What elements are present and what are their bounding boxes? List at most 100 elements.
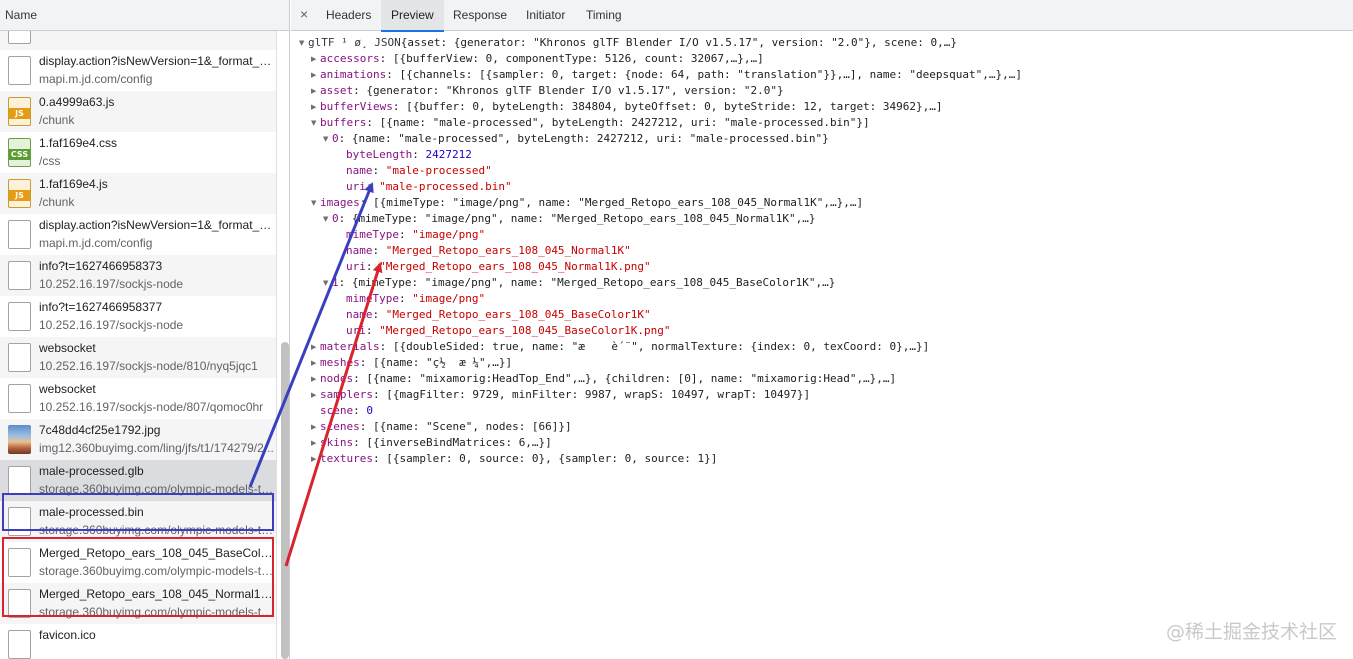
collapsed-triangle-icon[interactable]: ▶ [311, 67, 320, 83]
expanded-triangle-icon[interactable]: ▼ [311, 195, 320, 211]
file-type-badge: CSS [9, 149, 30, 160]
request-name: male-processed.bin [39, 505, 144, 519]
collapsed-triangle-icon[interactable]: ▶ [311, 435, 320, 451]
tree-leaf-uri[interactable]: uri: "Merged_Retopo_ears_108_045_Normal1… [346, 259, 651, 275]
tree-node-scenes[interactable]: ▶ scenes: [{name: "Scene", nodes: [66]}] [311, 419, 572, 435]
collapsed-triangle-icon[interactable]: ▶ [311, 387, 320, 403]
tree-node-bufferviews[interactable]: ▶ bufferViews: [{buffer: 0, byteLength: 3… [311, 99, 943, 115]
tree-leaf-mimetype[interactable]: mimeType: "image/png" [346, 291, 485, 307]
request-row[interactable]: Merged_Retopo_ears_108_045_BaseColor....… [0, 542, 276, 583]
request-name: 0.a4999a63.js [39, 95, 115, 109]
request-name: 1.faf169e4.js [39, 177, 108, 191]
tree-leaf-mimetype[interactable]: mimeType: "image/png" [346, 227, 485, 243]
close-icon[interactable]: × [300, 6, 308, 22]
tree-node-meshes[interactable]: ▶ meshes: [{name: "ç½ æ ¼",…}] [311, 355, 512, 371]
tab-initiator[interactable]: Initiator [517, 0, 574, 31]
request-row[interactable]: Merged_Retopo_ears_108_045_Normal1K.... s… [0, 583, 276, 624]
collapsed-triangle-icon[interactable]: ▶ [311, 371, 320, 387]
tab-response[interactable]: Response [444, 0, 516, 31]
tree-root[interactable]: ▼ glTF ¹ ø¸ JSON{asset: {generator: "Khro… [299, 35, 957, 51]
expanded-triangle-icon[interactable]: ▼ [323, 211, 332, 227]
name-column-header[interactable]: Name [0, 0, 289, 31]
request-row[interactable]: websocket 10.252.16.197/sockjs-node/807/q… [0, 378, 276, 419]
request-row[interactable]: info?t=1627466958373 10.252.16.197/sockjs… [0, 255, 276, 296]
request-row[interactable]: male-processed.glb storage.360buyimg.com/… [0, 460, 276, 501]
request-domain: mapi.m.jd.com/config [39, 72, 153, 86]
tree-leaf-uri[interactable]: uri: "Merged_Retopo_ears_108_045_BaseCol… [346, 323, 671, 339]
request-name: male-processed.glb [39, 464, 144, 478]
tree-node-samplers[interactable]: ▶ samplers: [{magFilter: 9729, minFilter:… [311, 387, 810, 403]
tree-node-materials[interactable]: ▶ materials: [{doubleSided: true, name: "… [311, 339, 929, 355]
request-domain: img12.360buyimg.com/ling/jfs/t1/174279/2… [39, 441, 274, 455]
request-row[interactable]: CSS 1.faf169e4.css/css [0, 132, 276, 173]
collapsed-triangle-icon[interactable]: ▶ [311, 339, 320, 355]
tab-preview[interactable]: Preview [381, 0, 444, 32]
request-name: 1.faf169e4.css [39, 136, 118, 150]
collapsed-triangle-icon[interactable]: ▶ [311, 419, 320, 435]
tree-node-nodes[interactable]: ▶ nodes: [{name: "mixamorig:HeadTop_End",… [311, 371, 896, 387]
watermark: @稀土掘金技术社区 [1165, 621, 1337, 643]
collapsed-triangle-icon[interactable]: ▶ [311, 51, 320, 67]
request-name: 7c48dd4cf25e1792.jpg [39, 423, 161, 437]
request-row[interactable]: display.action?isNewVersion=1&_format_=j… [0, 50, 276, 91]
document-icon [8, 220, 31, 249]
collapsed-triangle-icon[interactable]: ▶ [311, 83, 320, 99]
request-domain: 10.252.16.197/sockjs-node [39, 277, 184, 291]
scrollbar-thumb[interactable] [281, 342, 289, 659]
tab-timing[interactable]: Timing [577, 0, 631, 31]
request-domain: storage.360buyimg.com/olympic-models-te.… [39, 564, 275, 578]
column-divider[interactable] [276, 31, 277, 659]
request-name: websocket [39, 382, 96, 396]
tree-node-images-1[interactable]: ▼ 1: {mimeType: "image/png", name: "Merge… [323, 275, 835, 291]
tree-node-images[interactable]: ▼ images: [{mimeType: "image/png", name: … [311, 195, 863, 211]
collapsed-triangle-icon[interactable]: ▶ [311, 355, 320, 371]
js-file-icon: JS [8, 179, 31, 208]
expanded-triangle-icon[interactable]: ▼ [299, 35, 308, 51]
request-row[interactable]: 7c48dd4cf25e1792.jpg img12.360buyimg.com/… [0, 419, 276, 460]
json-preview-tree: ▼ glTF ¹ ø¸ JSON{asset: {generator: "Khro… [291, 31, 1353, 659]
expanded-triangle-icon[interactable]: ▼ [323, 131, 332, 147]
expanded-triangle-icon[interactable]: ▼ [323, 275, 332, 291]
request-row[interactable]: male-processed.bin storage.360buyimg.com/… [0, 501, 276, 542]
expanded-triangle-icon[interactable]: ▼ [311, 115, 320, 131]
details-pane: × Headers Preview Response Initiator Tim… [291, 0, 1353, 659]
request-name: info?t=1627466958377 [39, 300, 163, 314]
details-tabbar: × Headers Preview Response Initiator Tim… [291, 0, 1353, 32]
tree-leaf-scene[interactable]: scene: 0 [320, 403, 373, 419]
js-file-icon: JS [8, 97, 31, 126]
request-row[interactable]: JS 1.faf169e4.js/chunk [0, 173, 276, 214]
document-icon [8, 630, 31, 659]
request-row[interactable]: unpkg.com/vconsole@3.9.1/dist [0, 31, 276, 50]
tree-node-skins[interactable]: ▶ skins: [{inverseBindMatrices: 6,…}] [311, 435, 552, 451]
document-icon [8, 466, 31, 495]
request-row[interactable]: info?t=1627466958377 10.252.16.197/sockjs… [0, 296, 276, 337]
request-row[interactable]: display.action?isNewVersion=1&_format_=j… [0, 214, 276, 255]
tree-node-animations[interactable]: ▶ animations: [{channels: [{sampler: 0, t… [311, 67, 1022, 83]
tree-node-buffers-0[interactable]: ▼ 0: {name: "male-processed", byteLength:… [323, 131, 829, 147]
tree-leaf-uri[interactable]: uri: "male-processed.bin" [346, 179, 512, 195]
tree-leaf-bytelength[interactable]: byteLength: 2427212 [346, 147, 472, 163]
request-domain: 10.252.16.197/sockjs-node [39, 318, 184, 332]
image-thumbnail-icon [8, 425, 31, 454]
tree-leaf-name[interactable]: name: "male-processed" [346, 163, 492, 179]
tree-node-asset[interactable]: ▶ asset: {generator: "Khronos glTF Blende… [311, 83, 784, 99]
tab-headers[interactable]: Headers [317, 0, 380, 31]
request-domain: storage.360buyimg.com/olympic-models-te.… [39, 482, 275, 496]
request-name: favicon.ico [39, 628, 96, 642]
request-name: websocket [39, 341, 96, 355]
collapsed-triangle-icon[interactable]: ▶ [311, 451, 320, 467]
tree-node-buffers[interactable]: ▼ buffers: [{name: "male-processed", byte… [311, 115, 870, 131]
tree-node-textures[interactable]: ▶ textures: [{sampler: 0, source: 0}, {sa… [311, 451, 717, 467]
request-row[interactable]: websocket 10.252.16.197/sockjs-node/810/n… [0, 337, 276, 378]
request-domain: 10.252.16.197/sockjs-node/807/qomoc0hr [39, 400, 264, 414]
request-row[interactable]: favicon.ico [0, 624, 276, 659]
request-list: unpkg.com/vconsole@3.9.1/dist display.act… [0, 31, 276, 659]
request-domain: /chunk [39, 195, 75, 209]
tree-leaf-name[interactable]: name: "Merged_Retopo_ears_108_045_BaseCo… [346, 307, 651, 323]
request-domain: mapi.m.jd.com/config [39, 236, 153, 250]
tree-leaf-name[interactable]: name: "Merged_Retopo_ears_108_045_Normal… [346, 243, 631, 259]
collapsed-triangle-icon[interactable]: ▶ [311, 99, 320, 115]
tree-node-images-0[interactable]: ▼ 0: {mimeType: "image/png", name: "Merge… [323, 211, 815, 227]
request-row[interactable]: JS 0.a4999a63.js/chunk [0, 91, 276, 132]
tree-node-accessors[interactable]: ▶ accessors: [{bufferView: 0, componentTy… [311, 51, 764, 67]
